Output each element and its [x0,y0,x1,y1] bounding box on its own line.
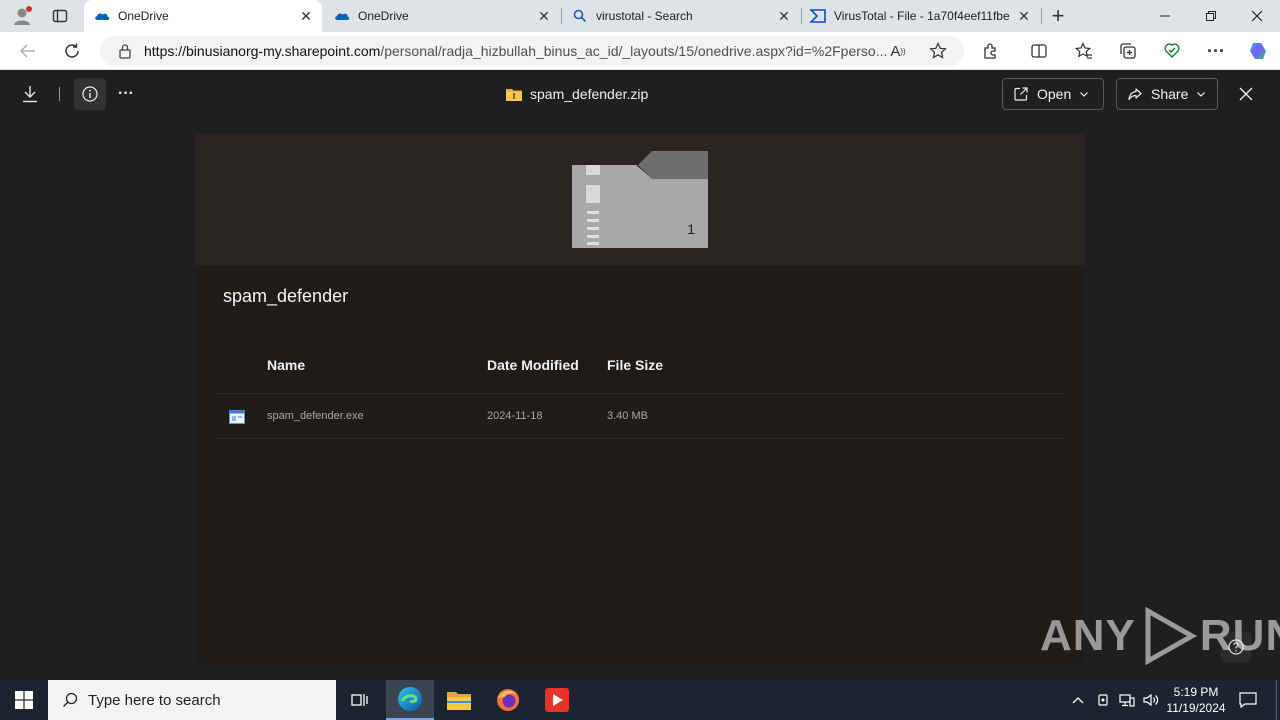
show-desktop-button[interactable] [1276,680,1280,720]
lock-icon[interactable] [118,43,132,59]
edge-taskbar-icon[interactable] [386,680,434,720]
share-icon [1127,86,1143,102]
task-view-icon[interactable] [336,680,384,720]
file-title: spam_defender.zip [530,86,649,102]
firefox-icon[interactable] [484,680,532,720]
restore-button[interactable] [1188,0,1234,32]
anyrun-watermark-logo: ANY RUN [1040,606,1280,666]
share-button-label: Share [1151,86,1189,102]
clock-date: 11/19/2024 [1166,701,1226,715]
refresh-icon[interactable] [58,37,86,65]
file-date: 2024-11-18 [487,410,543,422]
download-icon[interactable] [16,80,44,108]
chevron-down-icon [1079,89,1089,99]
close-tab-icon[interactable]: ✕ [298,8,314,24]
zip-folder-large-icon: 1 [572,151,708,248]
clock-time: 5:19 PM [1173,685,1219,699]
back-arrow-icon[interactable] [14,37,42,65]
new-tab-icon[interactable]: + [1044,2,1072,30]
column-header-name[interactable]: Name [267,357,305,373]
minimize-button[interactable] [1142,0,1188,32]
tab-onedrive[interactable]: OneDrive ✕ [324,0,560,32]
more-actions-icon[interactable]: ··· [112,80,140,108]
favorites-icon[interactable] [1070,37,1098,65]
open-button[interactable]: Open [1002,78,1104,110]
tab-title: VirusTotal - File - 1a70f4eef11fbe [834,9,1010,23]
tab-actions-icon[interactable] [46,2,74,30]
open-button-label: Open [1037,86,1072,102]
url-field[interactable]: https://binusianorg-my.sharepoint.com /p… [100,36,964,66]
anyrun-app-icon[interactable] [533,680,581,720]
toolbar-divider [59,87,60,101]
watermark-text-right: RUN [1199,611,1280,660]
tab-title: OneDrive [118,9,169,23]
address-bar-row: https://binusianorg-my.sharepoint.com /p… [0,32,1280,70]
column-header-date[interactable]: Date Modified [487,357,579,373]
share-button[interactable]: Share [1116,78,1218,110]
zip-item-count: 1 [687,221,695,237]
tab-virustotal-search[interactable]: virustotal - Search ✕ [562,0,800,32]
zip-preview-header: 1 [195,134,1085,265]
profile-avatar-icon[interactable] [8,2,36,30]
network-icon[interactable] [1116,680,1138,720]
zip-preview-card: 1 spam_defender Name Date Modified File … [195,134,1085,668]
play-triangle-icon [1145,606,1197,666]
clock[interactable]: 5:19 PM 11/19/2024 [1164,680,1228,720]
search-icon [572,8,588,24]
notifications-icon[interactable] [1236,680,1260,720]
virustotal-icon [809,8,826,24]
file-explorer-icon[interactable] [435,680,483,720]
device-icon[interactable] [1092,680,1114,720]
file-size: 3.40 MB [607,410,648,422]
read-aloud-icon[interactable]: A)) [884,37,912,65]
onedrive-cloud-icon [94,8,110,24]
file-viewer: ··· spam_defender.zip Open Share 1 spam_… [4,70,1276,680]
extensions-icon[interactable] [977,37,1005,65]
file-title-area: spam_defender.zip [506,84,648,104]
onedrive-cloud-icon [334,8,350,24]
taskbar-search-box[interactable]: Type here to search [48,680,336,720]
windows-start-icon[interactable] [0,680,48,720]
folder-name: spam_defender [223,286,349,306]
info-icon[interactable] [74,78,106,110]
url-host: https://binusianorg-my.sharepoint.com [144,43,381,59]
column-header-size[interactable]: File Size [607,357,663,373]
search-placeholder: Type here to search [88,691,221,709]
zip-folder-icon [506,87,522,101]
favorite-star-icon[interactable] [924,37,952,65]
more-options-icon[interactable]: ··· [1202,37,1230,65]
close-tab-icon[interactable]: ✕ [776,8,792,24]
file-name[interactable]: spam_defender.exe [267,410,364,422]
tab-separator [1041,8,1042,24]
open-external-icon [1013,86,1029,102]
tab-title: OneDrive [358,9,409,23]
tab-virustotal-file[interactable]: VirusTotal - File - 1a70f4eef11fbe ✕ [802,0,1040,32]
chevron-down-icon [1196,89,1206,99]
windows-taskbar: Type here to search 5:19 PM 11/19/2024 [0,680,1280,720]
watermark-text-left: ANY [1040,611,1136,660]
browser-essentials-icon[interactable] [1158,37,1186,65]
viewer-toolbar: ··· spam_defender.zip Open Share [4,70,1276,118]
close-tab-icon[interactable]: ✕ [1016,8,1032,24]
split-screen-icon[interactable] [1025,37,1053,65]
close-viewer-icon[interactable] [1232,80,1260,108]
close-tab-icon[interactable]: ✕ [536,8,552,24]
close-window-button[interactable] [1234,0,1280,32]
url-path: /personal/radja_hizbullah_binus_ac_id/_l… [380,43,888,59]
tab-onedrive-active[interactable]: OneDrive ✕ [84,0,322,32]
exe-file-icon [229,410,245,424]
search-icon [62,692,78,708]
tab-title: virustotal - Search [596,9,693,23]
table-header-row: Name Date Modified File Size [214,337,1066,393]
show-hidden-icons-chevron-icon[interactable] [1068,680,1088,720]
collections-icon[interactable] [1114,37,1142,65]
volume-icon[interactable] [1140,680,1162,720]
table-row[interactable]: spam_defender.exe 2024-11-18 3.40 MB [214,393,1066,439]
file-list-table: Name Date Modified File Size spam_defend… [214,337,1066,439]
copilot-icon[interactable] [1244,37,1272,65]
browser-tab-strip: OneDrive ✕ OneDrive ✕ virustotal - Searc… [0,0,1280,32]
